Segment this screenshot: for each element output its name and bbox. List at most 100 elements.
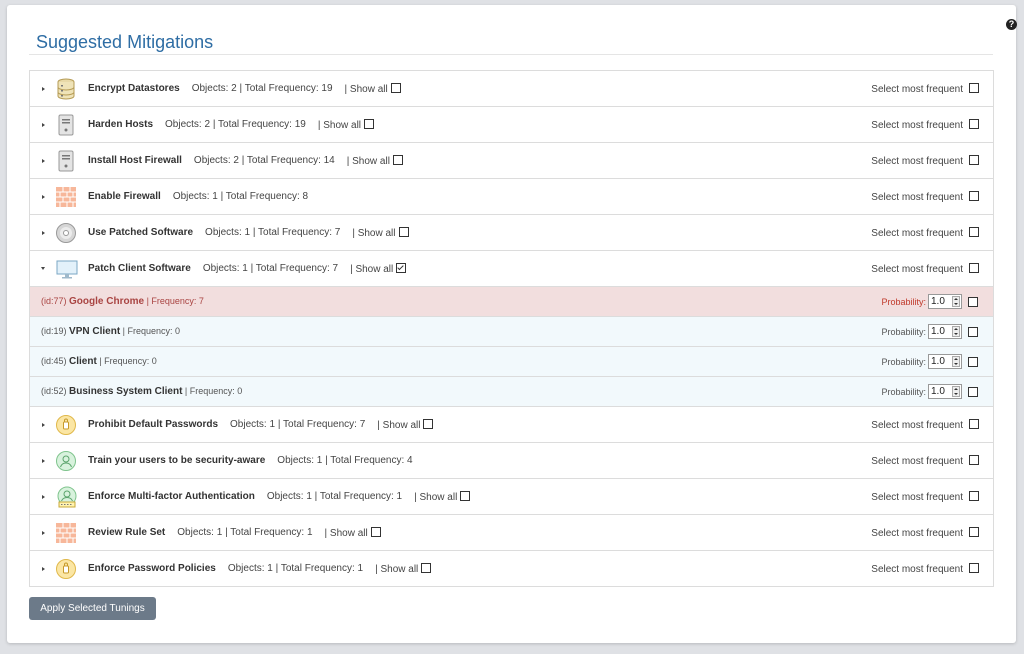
- caret-right-icon[interactable]: [42, 422, 45, 427]
- show-all-checkbox[interactable]: [398, 226, 409, 237]
- mitigation-info: Install Host Firewall Objects: 2 | Total …: [88, 143, 403, 178]
- disc-icon: [56, 222, 76, 244]
- select-most-frequent-label: Select most frequent: [871, 227, 963, 239]
- probability-control: Probability: 1.0: [881, 354, 978, 369]
- select-most-frequent[interactable]: Select most frequent: [871, 190, 979, 203]
- select-most-frequent[interactable]: Select most frequent: [871, 490, 979, 503]
- show-all-checkbox[interactable]: [421, 562, 432, 573]
- caret-right-icon[interactable]: [42, 158, 45, 163]
- mitigation-name[interactable]: Install Host Firewall: [88, 155, 182, 166]
- select-most-frequent-label: Select most frequent: [871, 491, 963, 503]
- select-most-frequent-checkbox[interactable]: [969, 490, 979, 501]
- object-select-checkbox[interactable]: [968, 386, 978, 397]
- select-most-frequent-checkbox[interactable]: [969, 418, 979, 429]
- spinner-arrows-icon[interactable]: [952, 386, 960, 397]
- question-circle-icon[interactable]: ?: [1006, 19, 1017, 30]
- server-icon: [56, 114, 76, 136]
- select-most-frequent-checkbox[interactable]: [969, 262, 979, 273]
- select-most-frequent[interactable]: Select most frequent: [871, 526, 979, 539]
- mitigation-name[interactable]: Enable Firewall: [88, 191, 161, 202]
- select-most-frequent-checkbox[interactable]: [969, 226, 979, 237]
- probability-input[interactable]: 1.0: [928, 294, 962, 309]
- object-id: (id:77): [41, 296, 67, 306]
- caret-right-icon[interactable]: [42, 566, 45, 571]
- probability-input[interactable]: 1.0: [928, 354, 962, 369]
- show-all-toggle[interactable]: | Show all: [377, 418, 434, 431]
- select-most-frequent[interactable]: Select most frequent: [871, 82, 979, 95]
- select-most-frequent[interactable]: Select most frequent: [871, 562, 979, 575]
- show-all-checkbox[interactable]: [390, 82, 401, 93]
- select-most-frequent-checkbox[interactable]: [969, 454, 979, 465]
- mitigation-stats: Objects: 1 | Total Frequency: 4: [277, 455, 413, 466]
- probability-label: Probability:: [881, 386, 926, 397]
- object-select-checkbox[interactable]: [968, 356, 978, 367]
- show-all-toggle[interactable]: | Show all: [414, 490, 471, 503]
- mitigation-info: Patch Client Software Objects: 1 | Total …: [88, 251, 407, 286]
- select-most-frequent[interactable]: Select most frequent: [871, 118, 979, 131]
- object-frequency: | Frequency: 0: [99, 356, 157, 366]
- mitigation-row: Encrypt Datastores Objects: 2 | Total Fre…: [30, 71, 993, 107]
- mitigation-row: Enforce Multi-factor Authentication Objec…: [30, 479, 993, 515]
- spinner-arrows-icon[interactable]: [952, 296, 960, 307]
- select-most-frequent-checkbox[interactable]: [969, 154, 979, 165]
- select-most-frequent-checkbox[interactable]: [969, 562, 979, 573]
- caret-right-icon[interactable]: [42, 230, 45, 235]
- caret-right-icon[interactable]: [42, 494, 45, 499]
- show-all-toggle[interactable]: | Show all: [375, 562, 432, 575]
- select-most-frequent-checkbox[interactable]: [969, 82, 979, 93]
- caret-right-icon[interactable]: [42, 122, 45, 127]
- mitigation-name[interactable]: Train your users to be security-aware: [88, 455, 265, 466]
- mitigation-info: Use Patched Software Objects: 1 | Total F…: [88, 215, 409, 250]
- spinner-arrows-icon[interactable]: [952, 356, 960, 367]
- caret-right-icon[interactable]: [42, 458, 45, 463]
- select-most-frequent[interactable]: Select most frequent: [871, 262, 979, 275]
- object-frequency: | Frequency: 0: [184, 386, 243, 396]
- show-all-toggle[interactable]: | Show all: [347, 154, 403, 167]
- lock-icon: [56, 558, 76, 580]
- mitigation-name[interactable]: Enforce Multi-factor Authentication: [88, 491, 255, 502]
- show-all-toggle[interactable]: | Show all: [345, 82, 401, 95]
- mitigation-name[interactable]: Review Rule Set: [88, 527, 165, 538]
- caret-right-icon[interactable]: [42, 194, 45, 199]
- show-all-checkbox[interactable]: [460, 490, 471, 501]
- apply-selected-tunings-button[interactable]: Apply Selected Tunings: [29, 597, 156, 620]
- mitigation-name[interactable]: Encrypt Datastores: [88, 83, 180, 94]
- show-all-checkbox[interactable]: [396, 262, 407, 273]
- show-all-checkbox[interactable]: [423, 418, 434, 429]
- select-most-frequent-checkbox[interactable]: [969, 118, 979, 129]
- mitigation-name[interactable]: Use Patched Software: [88, 227, 193, 238]
- object-select-checkbox[interactable]: [968, 296, 978, 307]
- server-icon: [56, 150, 76, 172]
- object-select-checkbox[interactable]: [968, 326, 978, 337]
- select-most-frequent[interactable]: Select most frequent: [871, 226, 979, 239]
- show-all-toggle[interactable]: | Show all: [352, 226, 409, 239]
- probability-input[interactable]: 1.0: [928, 324, 962, 339]
- show-all-toggle[interactable]: | Show all: [318, 118, 375, 131]
- firewall-icon: [56, 522, 76, 544]
- mitigation-name[interactable]: Harden Hosts: [88, 119, 153, 130]
- select-most-frequent[interactable]: Select most frequent: [871, 154, 979, 167]
- probability-value: 1.0: [931, 296, 945, 307]
- mitigation-name[interactable]: Prohibit Default Passwords: [88, 419, 218, 430]
- show-all-checkbox[interactable]: [364, 118, 375, 129]
- select-most-frequent-checkbox[interactable]: [969, 190, 979, 201]
- show-all-toggle[interactable]: | Show all: [325, 526, 381, 539]
- mitigation-name[interactable]: Patch Client Software: [88, 263, 191, 274]
- show-all-checkbox[interactable]: [370, 526, 381, 537]
- show-all-toggle[interactable]: | Show all: [350, 262, 407, 275]
- probability-label: Probability:: [881, 326, 926, 337]
- select-most-frequent[interactable]: Select most frequent: [871, 418, 979, 431]
- caret-right-icon[interactable]: [42, 530, 45, 535]
- mitigation-info: Harden Hosts Objects: 2 | Total Frequency…: [88, 107, 375, 142]
- show-all-checkbox[interactable]: [392, 154, 403, 165]
- caret-right-icon[interactable]: [42, 86, 45, 91]
- mitigation-name[interactable]: Enforce Password Policies: [88, 563, 216, 574]
- caret-down-icon[interactable]: [41, 267, 45, 270]
- object-row: (id:45) Client | Frequency: 0 Probability…: [30, 347, 993, 377]
- spinner-arrows-icon[interactable]: [952, 326, 960, 337]
- probability-input[interactable]: 1.0: [928, 384, 962, 399]
- select-most-frequent-checkbox[interactable]: [969, 526, 979, 537]
- mitigation-stats: Objects: 1 | Total Frequency: 1: [266, 491, 403, 502]
- select-most-frequent[interactable]: Select most frequent: [871, 454, 979, 467]
- object-row: (id:19) VPN Client | Frequency: 0 Probabi…: [30, 317, 993, 347]
